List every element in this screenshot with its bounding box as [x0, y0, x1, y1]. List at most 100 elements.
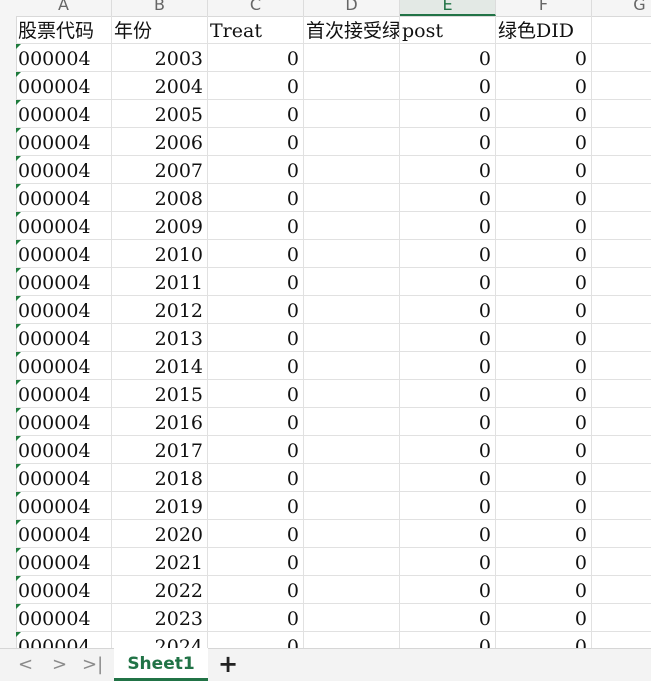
empty-cell[interactable] [592, 72, 651, 100]
cell-first-accept[interactable] [304, 240, 400, 268]
cell-first-accept[interactable] [304, 408, 400, 436]
empty-cell[interactable] [592, 296, 651, 324]
cell-post[interactable]: 0 [400, 128, 496, 156]
cell-stock-code[interactable]: 000004 [16, 100, 112, 128]
empty-cell[interactable] [592, 492, 651, 520]
cell-year[interactable]: 2024 [112, 632, 208, 648]
cell-year[interactable]: 2015 [112, 380, 208, 408]
cell-year[interactable]: 2021 [112, 548, 208, 576]
header-post[interactable]: post [400, 16, 496, 44]
cell-year[interactable]: 2017 [112, 436, 208, 464]
cell-treat[interactable]: 0 [208, 44, 304, 72]
next-sheet-button[interactable]: > [52, 655, 67, 675]
column-header-e[interactable]: E [400, 0, 496, 16]
cell-green-did[interactable]: 0 [496, 268, 592, 296]
cell-green-did[interactable]: 0 [496, 324, 592, 352]
cell-post[interactable]: 0 [400, 184, 496, 212]
cell-treat[interactable]: 0 [208, 632, 304, 648]
column-header-g[interactable]: G [592, 0, 651, 16]
cell-first-accept[interactable] [304, 212, 400, 240]
cell-green-did[interactable]: 0 [496, 44, 592, 72]
empty-cell[interactable] [592, 352, 651, 380]
cell-year[interactable]: 2014 [112, 352, 208, 380]
cell-green-did[interactable]: 0 [496, 464, 592, 492]
cell-year[interactable]: 2018 [112, 464, 208, 492]
cell-treat[interactable]: 0 [208, 576, 304, 604]
column-header-f[interactable]: F [496, 0, 592, 16]
cell-post[interactable]: 0 [400, 324, 496, 352]
cell-treat[interactable]: 0 [208, 380, 304, 408]
cell-post[interactable]: 0 [400, 436, 496, 464]
cell-first-accept[interactable] [304, 184, 400, 212]
cell-treat[interactable]: 0 [208, 464, 304, 492]
cell-treat[interactable]: 0 [208, 268, 304, 296]
cell-stock-code[interactable]: 000004 [16, 464, 112, 492]
cell-post[interactable]: 0 [400, 604, 496, 632]
cell-stock-code[interactable]: 000004 [16, 380, 112, 408]
cell-treat[interactable]: 0 [208, 240, 304, 268]
empty-cell[interactable] [592, 464, 651, 492]
header-stock-code[interactable]: 股票代码 [16, 16, 112, 44]
column-header-c[interactable]: C [208, 0, 304, 16]
cell-year[interactable]: 2005 [112, 100, 208, 128]
row-header-gutter[interactable] [0, 16, 17, 648]
empty-cell[interactable] [592, 548, 651, 576]
cell-post[interactable]: 0 [400, 408, 496, 436]
empty-cell[interactable] [592, 632, 651, 648]
cell-treat[interactable]: 0 [208, 184, 304, 212]
cell-stock-code[interactable]: 000004 [16, 632, 112, 648]
cell-treat[interactable]: 0 [208, 212, 304, 240]
cell-treat[interactable]: 0 [208, 520, 304, 548]
cell-year[interactable]: 2006 [112, 128, 208, 156]
cell-year[interactable]: 2010 [112, 240, 208, 268]
cell-green-did[interactable]: 0 [496, 100, 592, 128]
cell-stock-code[interactable]: 000004 [16, 156, 112, 184]
empty-cell[interactable] [592, 576, 651, 604]
cell-first-accept[interactable] [304, 632, 400, 648]
cell-green-did[interactable]: 0 [496, 128, 592, 156]
column-header-d[interactable]: D [304, 0, 400, 16]
cell-green-did[interactable]: 0 [496, 632, 592, 648]
cell-stock-code[interactable]: 000004 [16, 604, 112, 632]
cell-treat[interactable]: 0 [208, 296, 304, 324]
cell-post[interactable]: 0 [400, 548, 496, 576]
cell-green-did[interactable]: 0 [496, 576, 592, 604]
cell-first-accept[interactable] [304, 464, 400, 492]
cell-stock-code[interactable]: 000004 [16, 240, 112, 268]
column-header-b[interactable]: B [112, 0, 208, 16]
header-green-did[interactable]: 绿色DID [496, 16, 592, 44]
cell-stock-code[interactable]: 000004 [16, 576, 112, 604]
cell-stock-code[interactable]: 000004 [16, 324, 112, 352]
cell-green-did[interactable]: 0 [496, 72, 592, 100]
header-treat[interactable]: Treat [208, 16, 304, 44]
cell-year[interactable]: 2011 [112, 268, 208, 296]
cell-stock-code[interactable]: 000004 [16, 184, 112, 212]
cell-green-did[interactable]: 0 [496, 240, 592, 268]
cell-post[interactable]: 0 [400, 240, 496, 268]
cell-first-accept[interactable] [304, 268, 400, 296]
sheet-tab-sheet1[interactable]: Sheet1 [114, 648, 208, 681]
cell-year[interactable]: 2012 [112, 296, 208, 324]
cell-post[interactable]: 0 [400, 380, 496, 408]
empty-cell[interactable] [592, 408, 651, 436]
cell-first-accept[interactable] [304, 352, 400, 380]
cell-stock-code[interactable]: 000004 [16, 212, 112, 240]
cell-year[interactable]: 2019 [112, 492, 208, 520]
empty-cell[interactable] [592, 324, 651, 352]
cell-green-did[interactable]: 0 [496, 296, 592, 324]
empty-cell[interactable] [592, 100, 651, 128]
cell-green-did[interactable]: 0 [496, 380, 592, 408]
empty-cell[interactable] [592, 156, 651, 184]
cell-first-accept[interactable] [304, 44, 400, 72]
cell-stock-code[interactable]: 000004 [16, 436, 112, 464]
empty-cell[interactable] [592, 44, 651, 72]
cell-post[interactable]: 0 [400, 492, 496, 520]
cell-green-did[interactable]: 0 [496, 492, 592, 520]
cell-stock-code[interactable]: 000004 [16, 520, 112, 548]
cell-first-accept[interactable] [304, 128, 400, 156]
cell-year[interactable]: 2007 [112, 156, 208, 184]
header-year[interactable]: 年份 [112, 16, 208, 44]
cell-first-accept[interactable] [304, 492, 400, 520]
last-sheet-button[interactable]: >| [82, 655, 103, 675]
cell-year[interactable]: 2020 [112, 520, 208, 548]
